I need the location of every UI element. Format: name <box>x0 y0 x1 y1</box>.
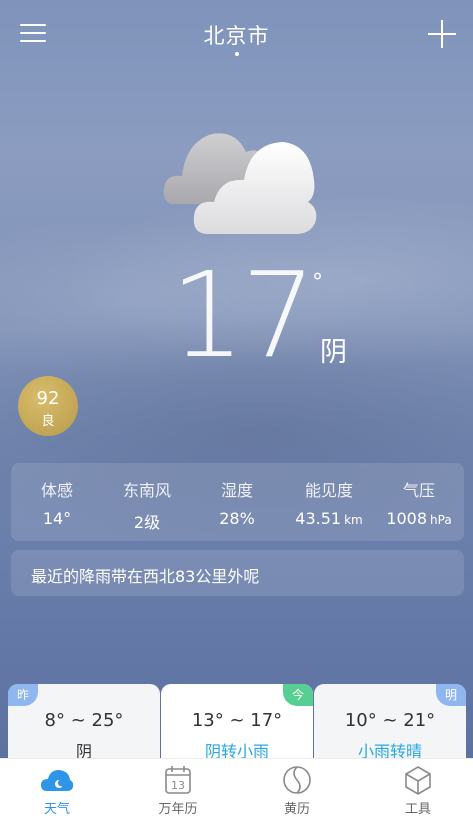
calendar-icon: 13 <box>165 766 191 794</box>
cloudy-icon <box>163 133 317 234</box>
add-city-icon[interactable] <box>428 20 456 48</box>
forecast-strip: 昨 8° ~ 25° 阴 今 13° ~ 17° 阴转小雨 明 10° ~ 21… <box>0 684 473 764</box>
forecast-range: 8° ~ 25° <box>44 710 124 731</box>
tab-weather[interactable]: 天气 <box>12 765 102 817</box>
detail-unit: km <box>344 513 363 527</box>
detail-number: 28% <box>219 509 255 528</box>
rain-notice-text: 最近的降雨带在西北83公里外呢 <box>31 567 260 586</box>
detail-number: 14° <box>42 509 72 528</box>
detail-pressure: 气压 1008 hPa <box>377 477 461 528</box>
forecast-range: 13° ~ 17° <box>191 710 283 731</box>
forecast-range: 10° ~ 21° <box>344 710 436 731</box>
tab-label: 万年历 <box>158 802 198 817</box>
aqi-value: 92 <box>36 388 60 409</box>
tools-icon <box>405 766 431 795</box>
detail-label: 湿度 <box>220 481 253 500</box>
rain-notice[interactable]: 最近的降雨带在西北83公里外呢 <box>11 550 464 596</box>
detail-unit: hPa <box>430 513 452 527</box>
aqi-level: 良 <box>41 414 55 429</box>
detail-label: 气压 <box>402 481 435 500</box>
detail-value: 14° <box>17 509 97 528</box>
forecast-tomorrow[interactable]: 明 10° ~ 21° 小雨转晴 <box>314 684 466 764</box>
tab-almanac[interactable]: 黄历 <box>252 765 342 817</box>
detail-visibility: 能见度 43.51 km <box>287 477 371 528</box>
forecast-today[interactable]: 今 13° ~ 17° 阴转小雨 <box>161 684 313 764</box>
detail-humidity: 湿度 28% <box>197 477 277 528</box>
tab-label: 天气 <box>43 802 70 817</box>
header: 北京市 <box>0 0 473 60</box>
aqi-badge[interactable]: 92 良 <box>18 376 78 436</box>
detail-feels-like: 体感 14° <box>17 477 97 528</box>
detail-number: 2级 <box>133 513 161 532</box>
tab-label: 黄历 <box>283 802 310 817</box>
current-condition: 阴 <box>320 337 347 368</box>
city-name[interactable]: 北京市 <box>0 20 473 50</box>
forecast-tag: 昨 <box>8 684 38 706</box>
detail-value: 2级 <box>107 509 187 533</box>
current-temperature: 17 <box>170 246 316 384</box>
detail-label: 体感 <box>40 481 73 500</box>
forecast-tag: 明 <box>436 684 466 706</box>
almanac-icon <box>283 766 311 794</box>
detail-value: 43.51 km <box>287 509 371 528</box>
tab-calendar[interactable]: 13 万年历 <box>133 765 223 817</box>
detail-wind: 东南风 2级 <box>107 477 187 533</box>
weather-icon <box>41 770 74 791</box>
degree-symbol: ° <box>312 270 323 295</box>
detail-label: 东南风 <box>122 481 171 500</box>
detail-value: 28% <box>197 509 277 528</box>
forecast-tag: 今 <box>283 684 313 706</box>
bottom-tab-bar: 天气 13 万年历 黄历 工具 <box>0 758 473 820</box>
page-indicator-dot <box>235 52 239 56</box>
tab-tools[interactable]: 工具 <box>373 765 463 817</box>
detail-label: 能见度 <box>304 481 353 500</box>
detail-number: 43.51 <box>295 509 342 528</box>
weather-details-panel[interactable]: 体感 14° 东南风 2级 湿度 28% 能见度 43.51 km 气压 1008… <box>11 463 464 541</box>
tab-label: 工具 <box>404 802 431 817</box>
detail-value: 1008 hPa <box>377 509 461 528</box>
forecast-yesterday[interactable]: 昨 8° ~ 25° 阴 <box>8 684 160 764</box>
detail-number: 1008 <box>386 509 428 528</box>
calendar-day: 13 <box>171 779 185 792</box>
